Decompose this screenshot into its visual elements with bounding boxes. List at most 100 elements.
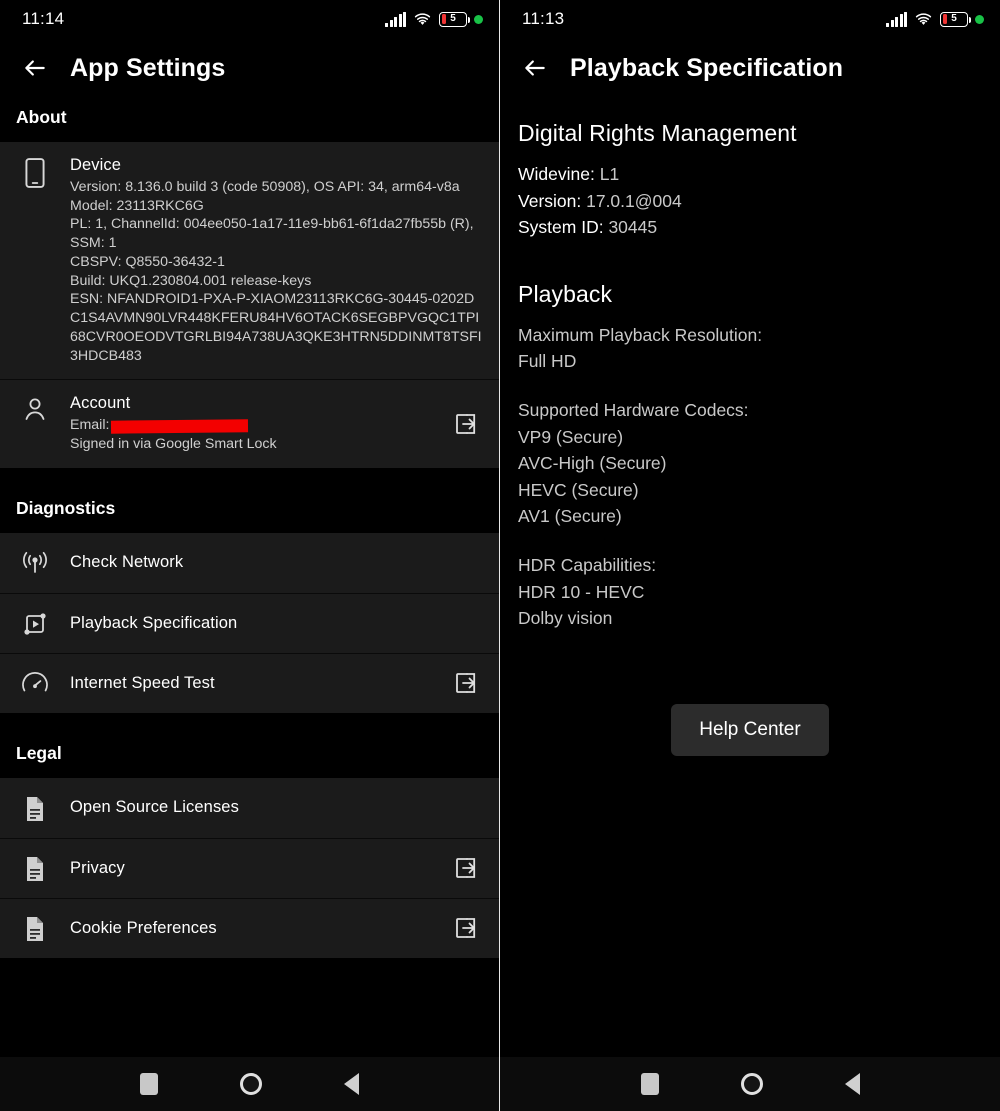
external-link-icon: [454, 412, 478, 436]
speed-test-external-link[interactable]: [449, 671, 483, 695]
status-clock: 11:14: [22, 9, 64, 29]
account-email: Email:: [70, 416, 449, 435]
home-circle-icon[interactable]: [741, 1073, 763, 1095]
cookie-prefs-external-link[interactable]: [449, 916, 483, 940]
system-nav-bar-left: [0, 1057, 499, 1111]
playback-spec-icon: [16, 608, 54, 638]
list-item-privacy[interactable]: Privacy: [0, 838, 499, 898]
list-item-playback-specification[interactable]: Playback Specification: [0, 593, 499, 653]
green-status-dot-icon: [975, 15, 984, 24]
back-arrow-icon[interactable]: [22, 55, 48, 81]
list-item-label: Check Network: [70, 553, 483, 572]
section-header-diagnostics: Diagnostics: [0, 468, 499, 533]
list-item-open-source-licenses[interactable]: Open Source Licenses: [0, 778, 499, 838]
app-bar-right: Playback Specification: [500, 38, 1000, 98]
system-id-value: 30445: [608, 217, 657, 237]
app-bar-left: App Settings: [0, 38, 499, 98]
account-info: Account Email: Signed in via Google Smar…: [54, 394, 449, 453]
account-external-link[interactable]: [449, 412, 483, 436]
drm-group: Widevine: L1 Version: 17.0.1@004 System …: [518, 161, 982, 241]
check-network-body: Check Network: [54, 553, 483, 572]
back-arrow-icon[interactable]: [522, 55, 548, 81]
device-cbspv: CBSPV: Q8550-36432-1: [70, 253, 483, 272]
list-item-internet-speed-test[interactable]: Internet Speed Test: [0, 653, 499, 713]
drm-version-label: Version:: [518, 191, 581, 211]
hdr-item: HDR 10 - HEVC: [518, 579, 982, 606]
status-bar-left: 11:14 5: [0, 0, 499, 38]
playback-spec-body: Playback Specification: [54, 614, 483, 633]
battery-level: 5: [951, 14, 957, 24]
list-item-label: Cookie Preferences: [70, 919, 449, 938]
drm-version-line: Version: 17.0.1@004: [518, 188, 982, 215]
drm-version-value: 17.0.1@004: [586, 191, 682, 211]
recents-square-icon[interactable]: [641, 1073, 659, 1095]
system-id-line: System ID: 30445: [518, 214, 982, 241]
signal-bars-icon: [385, 12, 406, 27]
account-email-label: Email:: [70, 416, 109, 435]
spacer: [518, 375, 982, 397]
status-icons: 5: [385, 12, 483, 27]
open-source-body: Open Source Licenses: [54, 798, 483, 817]
playback-heading: Playback: [518, 281, 982, 308]
privacy-body: Privacy: [54, 859, 449, 878]
speed-test-body: Internet Speed Test: [54, 674, 449, 693]
list-item-cookie-preferences[interactable]: Cookie Preferences: [0, 898, 499, 958]
hdr-group: HDR Capabilities: HDR 10 - HEVC Dolby vi…: [518, 552, 982, 632]
device-channel: PL: 1, ChannelId: 004ee050-1a17-11e9-bb6…: [70, 215, 483, 252]
device-title: Device: [70, 156, 483, 175]
list-item-check-network[interactable]: Check Network: [0, 533, 499, 593]
device-row[interactable]: Device Version: 8.136.0 build 3 (code 50…: [0, 142, 499, 379]
signal-bars-icon: [886, 12, 907, 27]
drm-heading: Digital Rights Management: [518, 120, 982, 147]
document-icon: [16, 914, 54, 942]
codec-item: VP9 (Secure): [518, 424, 982, 451]
max-resolution-value: Full HD: [518, 348, 982, 375]
device-esn: ESN: NFANDROID1-PXA-P-XIAOM23113RKC6G-30…: [70, 290, 483, 365]
person-icon: [16, 394, 54, 422]
external-link-icon: [454, 671, 478, 695]
system-id-label: System ID:: [518, 217, 604, 237]
spacer: [518, 530, 982, 552]
home-circle-icon[interactable]: [240, 1073, 262, 1095]
device-info: Device Version: 8.136.0 build 3 (code 50…: [54, 156, 483, 365]
back-triangle-icon[interactable]: [845, 1073, 860, 1095]
privacy-external-link[interactable]: [449, 856, 483, 880]
page-title: Playback Specification: [570, 54, 843, 83]
external-link-icon: [454, 916, 478, 940]
status-bar-right: 11:13 5: [500, 0, 1000, 38]
back-triangle-icon[interactable]: [344, 1073, 359, 1095]
codecs-label: Supported Hardware Codecs:: [518, 397, 982, 424]
battery-level: 5: [450, 14, 456, 24]
section-header-about: About: [0, 98, 499, 142]
external-link-icon: [454, 856, 478, 880]
diagnostics-card: Check Network Playback S: [0, 533, 499, 713]
account-email-redaction: [111, 419, 248, 433]
hdr-item: Dolby vision: [518, 605, 982, 632]
list-item-label: Open Source Licenses: [70, 798, 483, 817]
widevine-label: Widevine:: [518, 164, 595, 184]
about-card: Device Version: 8.136.0 build 3 (code 50…: [0, 142, 499, 468]
wifi-icon: [914, 12, 933, 27]
account-signin-method: Signed in via Google Smart Lock: [70, 435, 449, 454]
codec-item: AV1 (Secure): [518, 503, 982, 530]
broadcast-icon: [16, 549, 54, 577]
widevine-line: Widevine: L1: [518, 161, 982, 188]
help-center-button[interactable]: Help Center: [671, 704, 828, 756]
recents-square-icon[interactable]: [140, 1073, 158, 1095]
device-version: Version: 8.136.0 build 3 (code 50908), O…: [70, 178, 483, 197]
codecs-group: Supported Hardware Codecs: VP9 (Secure) …: [518, 397, 982, 530]
battery-low-icon: 5: [940, 12, 968, 27]
page-title: App Settings: [70, 54, 225, 83]
system-nav-bar-right: [500, 1057, 1000, 1111]
list-item-label: Privacy: [70, 859, 449, 878]
app-settings-screen: 11:14 5 App Settings: [0, 0, 500, 1111]
device-model: Model: 23113RKC6G: [70, 197, 483, 216]
battery-low-icon: 5: [439, 12, 467, 27]
account-row[interactable]: Account Email: Signed in via Google Smar…: [0, 379, 499, 467]
spec-content: Digital Rights Management Widevine: L1 V…: [500, 98, 1000, 1057]
wifi-icon: [413, 12, 432, 27]
codec-item: HEVC (Secure): [518, 477, 982, 504]
max-resolution-label: Maximum Playback Resolution:: [518, 322, 982, 349]
widevine-value: L1: [600, 164, 619, 184]
settings-list: About Device Version: 8.136.0 build 3 (c…: [0, 98, 499, 1057]
